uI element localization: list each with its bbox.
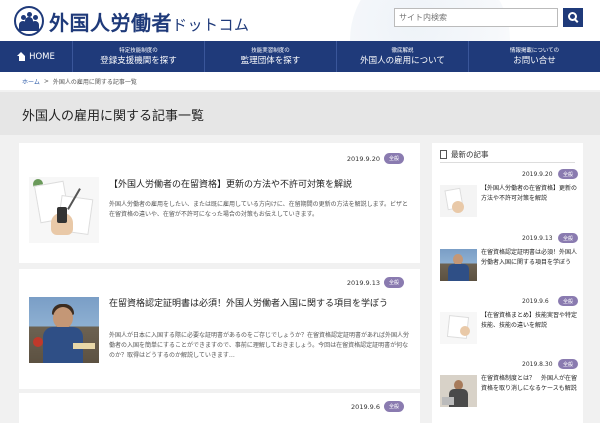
category-badge[interactable]: 全般 — [384, 401, 404, 412]
search-input[interactable] — [394, 8, 558, 27]
category-badge[interactable]: 全般 — [384, 277, 404, 288]
nav-item-label: 登録支援機関を探す — [100, 55, 177, 66]
site-logo[interactable]: 外国人労働者ドットコム — [14, 6, 250, 36]
sidebar-heading-label: 最新の記事 — [451, 149, 489, 159]
logo-people-icon — [14, 6, 44, 36]
article-thumbnail[interactable] — [29, 177, 99, 243]
sidebar-article-date: 2019.9.6 — [522, 298, 549, 305]
nav-item-sub: 特定技能制度の — [119, 47, 158, 54]
nav-home-label: HOME — [29, 51, 55, 62]
category-badge[interactable]: 全般 — [558, 296, 578, 306]
article-date: 2019.9.6 — [351, 403, 380, 411]
nav-item-sub: 技能実習制度の — [251, 47, 290, 54]
sidebar-article-title[interactable]: 【外国人労働者の在留資格】更新の方法や不許可対策を解説 — [481, 184, 581, 203]
article-card[interactable]: 2019.9.13 全般 在留資格認定証明書は必須！外国人労働者入国に関する項目… — [19, 269, 420, 389]
logo-text: 外国人労働者ドットコム — [49, 10, 250, 35]
nav-contact[interactable]: 情報掲載についての お問い合せ — [468, 41, 600, 72]
nav-item-label: 監理団体を探す — [240, 55, 301, 66]
article-thumbnail[interactable] — [29, 297, 99, 363]
logo-suffix: ドットコム — [172, 15, 250, 34]
category-badge[interactable]: 全般 — [558, 169, 578, 179]
category-badge[interactable]: 全般 — [558, 359, 578, 369]
article-date: 2019.9.20 — [346, 155, 380, 163]
page-title: 外国人の雇用に関する記事一覧 — [22, 109, 205, 124]
sidebar-article-thumbnail[interactable] — [440, 249, 477, 281]
nav-item-label: お問い合せ — [513, 55, 556, 66]
article-card[interactable]: 2019.9.20 全般 【外国人労働者の在留資格】更新の方法や不許可対策を解説… — [19, 143, 420, 263]
article-excerpt: 外国人が日本に入国する際に必要な証明書があるのをご存じでしょうか？在留資格認定証… — [109, 332, 410, 359]
sidebar-latest-articles: 最新の記事 2019.9.20 全般 【外国人労働者の在留資格】更新の方法や不許… — [432, 143, 583, 423]
article-excerpt: 外国人労働者の雇用をしたい、または既に雇用している方向けに、在留期間の更新の方法… — [109, 201, 409, 218]
article-title[interactable]: 【外国人労働者の在留資格】更新の方法や不許可対策を解説 — [109, 178, 409, 192]
article-date: 2019.9.13 — [346, 279, 380, 287]
category-badge[interactable]: 全般 — [558, 233, 578, 243]
article-title[interactable]: 在留資格認定証明書は必須！外国人労働者入国に関する項目を学ぼう — [109, 297, 409, 311]
breadcrumb-separator: > — [43, 77, 49, 85]
site-header: 外国人労働者ドットコム — [0, 0, 600, 41]
sidebar-article-thumbnail[interactable] — [440, 375, 477, 407]
sidebar-article-title[interactable]: 在留資格制度とは？ 外国人が在留資格を取り消しになるケースも解説 — [481, 374, 581, 393]
category-badge[interactable]: 全般 — [384, 153, 404, 164]
sidebar-article-thumbnail[interactable] — [440, 312, 477, 344]
sidebar-article-date: 2019.9.20 — [522, 171, 553, 178]
nav-employment-guide[interactable]: 徹底解説 外国人の雇用について — [336, 41, 468, 72]
page-title-bar: 外国人の雇用に関する記事一覧 — [0, 92, 600, 135]
global-nav: HOME 特定技能制度の 登録支援機関を探す 技能実習制度の 監理団体を探す 徹… — [0, 41, 600, 72]
sidebar-article-thumbnail[interactable] — [440, 185, 477, 217]
breadcrumb-home-link[interactable]: ホーム — [22, 77, 40, 86]
nav-item-label: 外国人の雇用について — [360, 55, 445, 66]
nav-supervising-org[interactable]: 技能実習制度の 監理団体を探す — [204, 41, 336, 72]
document-icon — [440, 149, 447, 159]
sidebar-article-title[interactable]: 【在留資格まとめ】技能実習や特定技能、技能の違いを解説 — [481, 311, 581, 330]
article-card[interactable]: 2019.9.6 全般 — [19, 393, 420, 423]
nav-registration-support[interactable]: 特定技能制度の 登録支援機関を探す — [72, 41, 204, 72]
home-icon — [17, 52, 26, 61]
sidebar-article-date: 2019.9.13 — [522, 235, 553, 242]
sidebar-article-title[interactable]: 在留資格認定証明書は必須！外国人労働者入国に関する項目を学ぼう — [481, 248, 581, 267]
sidebar-article-date: 2019.8.30 — [522, 361, 553, 368]
breadcrumb: ホーム > 外国人の雇用に関する記事一覧 — [0, 72, 600, 90]
search-button[interactable] — [563, 8, 583, 27]
breadcrumb-current: 外国人の雇用に関する記事一覧 — [52, 78, 137, 86]
nav-home[interactable]: HOME — [0, 41, 72, 72]
nav-item-sub: 徹底解説 — [391, 47, 414, 54]
sidebar-heading: 最新の記事 — [440, 146, 575, 163]
nav-item-sub: 情報掲載についての — [509, 47, 560, 54]
